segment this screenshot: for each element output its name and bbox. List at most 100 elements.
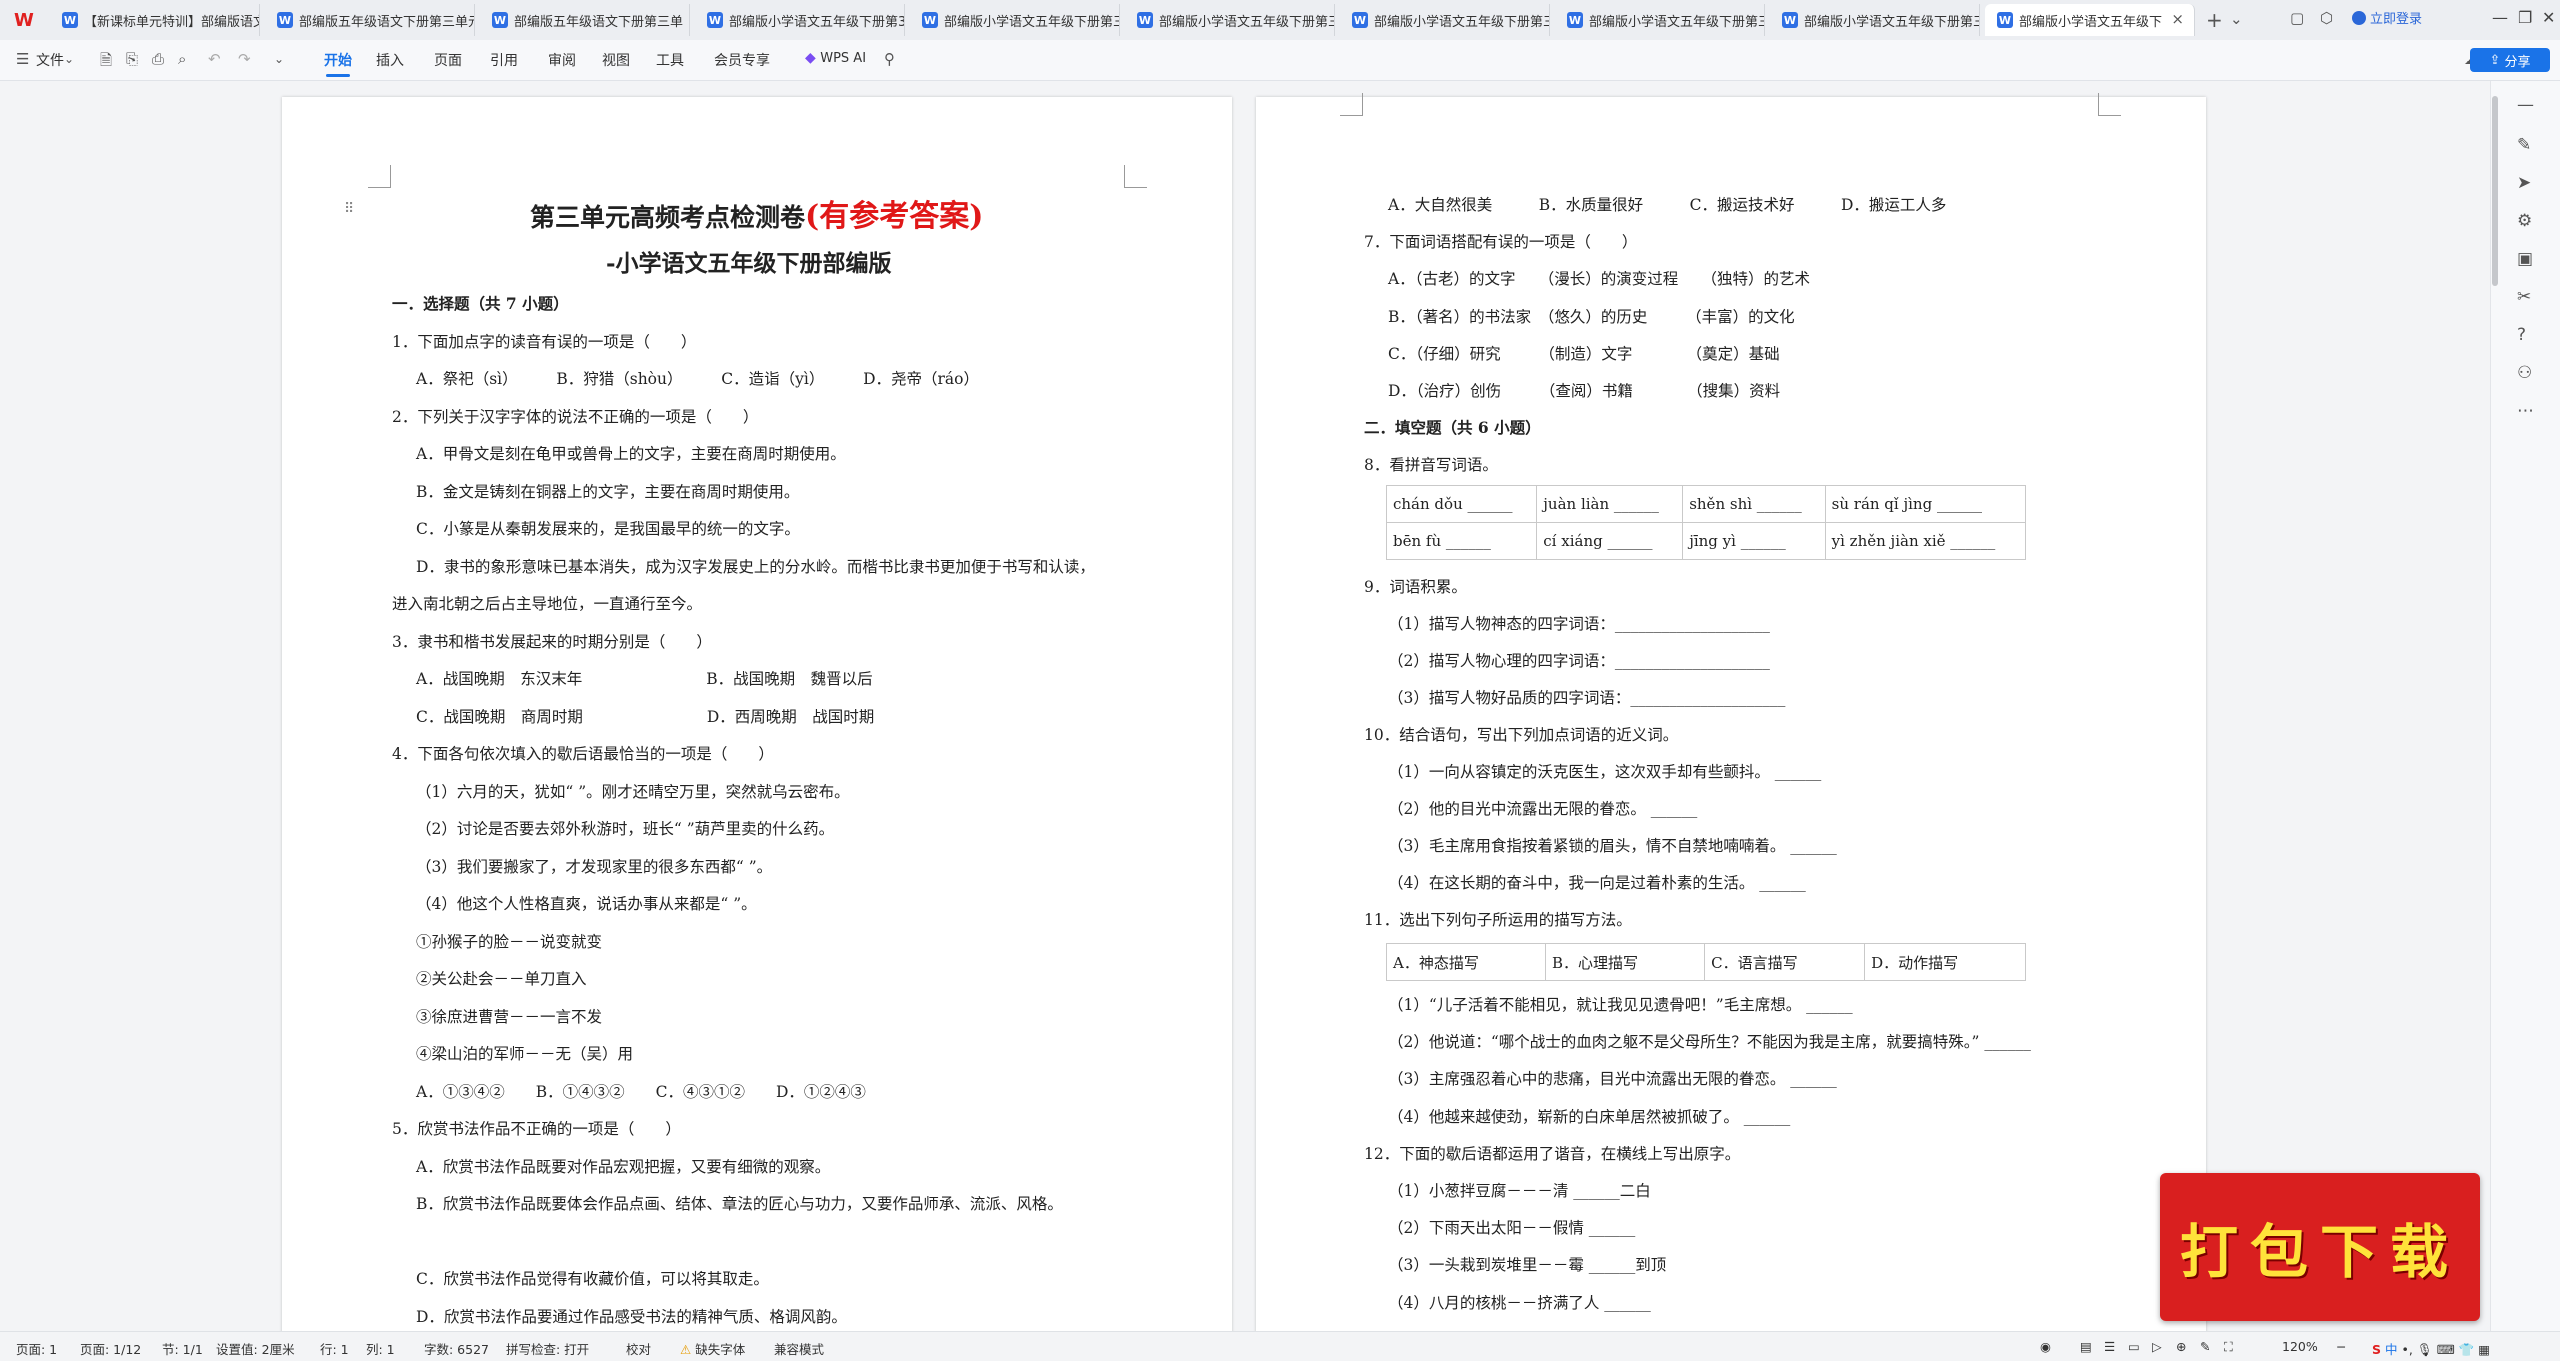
tab-7[interactable]: W 部编版小学语文五年级下册第三	[1555, 4, 1765, 36]
zoom-level[interactable]: 120%	[2282, 1339, 2318, 1354]
table-cell: chán dǒu ______	[1385, 485, 1538, 523]
table-cell: jīng yì ______	[1682, 522, 1826, 560]
ime-toolbar[interactable]: S 中 •, 🎙 ⌨ 👕 ▦	[2372, 1339, 2490, 1358]
doc-line: （3）一头栽到炭堆里－－霉 ______到顶	[1388, 1256, 1667, 1275]
doc-line: （4）他越来越使劲，崭新的白床单居然被抓破了。 ______	[1388, 1107, 1791, 1126]
more-icon[interactable]: ⋯	[2517, 401, 2534, 421]
tab-9[interactable]: W 部编版小学语文五年级下 ×	[1985, 4, 2195, 36]
zoom-out-icon[interactable]: −	[2336, 1339, 2346, 1354]
tab-4[interactable]: W 部编版小学语文五年级下册第三	[910, 4, 1120, 36]
fit-icon[interactable]: ⛶	[2224, 1339, 2233, 1355]
doc-icon: W	[922, 12, 938, 28]
menu-tab-2[interactable]: 页面	[434, 50, 462, 70]
print-icon[interactable]: ⎙	[152, 50, 164, 68]
tab-1[interactable]: W 部编版五年级语文下册第三单元	[265, 4, 475, 36]
status-row[interactable]: 行: 1	[320, 1339, 349, 1358]
doc-line: （4）在这长期的奋斗中，我一向是过着朴素的生活。 ______	[1388, 874, 1806, 892]
doc-line: （2）讨论是否要去郊外秋游时，班长“ ”葫芦里卖的什么药。	[416, 820, 835, 838]
warning-icon: ⚠	[680, 1342, 692, 1357]
doc-line: B．（著名）的书法家 （悠久）的历史 （丰富）的文化	[1388, 307, 1795, 326]
pen-icon[interactable]: ✎	[2200, 1339, 2210, 1354]
close-icon[interactable]: ✕	[2542, 8, 2555, 27]
file-menu[interactable]: 文件	[36, 50, 64, 70]
play-icon[interactable]: ▷	[2152, 1339, 2162, 1354]
undo-icon[interactable]: ↶	[208, 50, 221, 68]
missing-font-button[interactable]: ⚠ 缺失字体	[680, 1339, 745, 1358]
doc-icon: W	[492, 12, 508, 28]
help-icon[interactable]: ?	[2517, 325, 2526, 345]
grid-icon: ▦	[2478, 1342, 2491, 1357]
close-tab-icon[interactable]: ×	[2171, 10, 2184, 28]
template-icon[interactable]: ▣	[2517, 249, 2533, 269]
menu-tab-1[interactable]: 插入	[376, 50, 404, 70]
right-sidebar: — ✎ ➤ ⚙ ▣ ✂ ? ⚇ ⋯	[2490, 81, 2560, 1331]
window-icon[interactable]: ▢	[2290, 9, 2304, 27]
save-icon[interactable]: 🗎	[100, 50, 112, 75]
restore-icon[interactable]: ❐	[2518, 8, 2532, 27]
spell-check-toggle[interactable]: 拼写检查: 打开	[506, 1339, 589, 1358]
menu-icon[interactable]: ☰	[16, 50, 29, 68]
menu-tab-6[interactable]: 工具	[656, 50, 684, 70]
keyboard-icon: ⌨	[2436, 1342, 2455, 1357]
vertical-scrollbar[interactable]	[2492, 96, 2498, 286]
share-pane-icon[interactable]: ⚇	[2517, 363, 2532, 383]
export-icon[interactable]: ⎘	[126, 50, 138, 68]
menu-tab-7[interactable]: 会员专享	[714, 50, 770, 70]
print-preview-icon[interactable]: ⌕	[178, 50, 186, 68]
status-section[interactable]: 节: 1/1	[162, 1339, 203, 1358]
menu-tab-3[interactable]: 引用	[490, 50, 518, 70]
redo-icon[interactable]: ↷	[238, 50, 251, 68]
tab-0[interactable]: W 【新课标单元特训】部编版语文	[50, 4, 260, 36]
login-label: 立即登录	[2370, 12, 2423, 27]
wps-logo-icon[interactable]: W	[14, 10, 36, 32]
menu-tab-0[interactable]: 开始	[324, 50, 352, 77]
page-view-icon[interactable]: ▤	[2080, 1339, 2092, 1354]
tab-5[interactable]: W 部编版小学语文五年级下册第三	[1125, 4, 1335, 36]
cube-icon[interactable]: ⬡	[2320, 9, 2333, 27]
doc-line: （1）“儿子活着不能相见，就让我见见遗骨吧！”毛主席想。 ______	[1388, 996, 1853, 1014]
search-icon[interactable]: ⚲	[884, 50, 895, 68]
download-promo-banner[interactable]: 打包下载	[2160, 1173, 2480, 1321]
doc-line: 5．欣赏书法作品不正确的一项是（ ）	[392, 1120, 681, 1138]
collapse-icon[interactable]: —	[2517, 95, 2534, 115]
status-pages[interactable]: 页面: 1/12	[80, 1339, 141, 1358]
pinyin-table: chán dǒu ______ juàn liàn ______ shěn shì …	[1385, 485, 2027, 560]
cursor-icon[interactable]: ➤	[2517, 173, 2531, 193]
chevron-down-icon[interactable]: ⌄	[274, 52, 284, 66]
share-button[interactable]: ⇪ 分享	[2470, 48, 2550, 72]
menu-tab-4[interactable]: 审阅	[548, 50, 576, 70]
user-icon	[2352, 10, 2366, 25]
tab-3[interactable]: W 部编版小学语文五年级下册第3单	[695, 4, 905, 36]
status-page[interactable]: 页面: 1	[16, 1339, 57, 1358]
doc-line: 10．结合语句，写出下列加点词语的近义词。	[1364, 726, 1679, 744]
doc-line: （1）一向从容镇定的沃克医生，这次双手却有些颤抖。 ______	[1388, 763, 1822, 781]
doc-line: （4）八月的核桃－－挤满了人 ______	[1388, 1293, 1651, 1312]
adjust-icon[interactable]: ⚙	[2517, 211, 2532, 231]
tab-8[interactable]: W 部编版小学语文五年级下册第三	[1770, 4, 1980, 36]
doc-title-main: 第三单元高频考点检测卷	[530, 203, 806, 232]
minimize-icon[interactable]: —	[2492, 8, 2508, 27]
tab-6[interactable]: W 部编版小学语文五年级下册第三	[1340, 4, 1550, 36]
status-setting[interactable]: 设置值: 2厘米	[216, 1339, 295, 1358]
tab-2[interactable]: W 部编版五年级语文下册第三单	[480, 4, 690, 36]
doc-line: （2）他说道：“哪个战士的血肉之躯不是父母所生？不能因为我是主席，就要搞特殊。”…	[1388, 1033, 2031, 1052]
chevron-down-icon[interactable]: ⌄	[2230, 10, 2243, 28]
eye-icon[interactable]: ◉	[2040, 1339, 2051, 1354]
doc-line: （2）描写人物心理的四字词语：____________________	[1388, 652, 1770, 670]
chevron-down-icon[interactable]: ⌄	[64, 52, 74, 66]
web-view-icon[interactable]: ⊕	[2176, 1339, 2186, 1354]
table-cell: sù rán qǐ jìng ______	[1824, 485, 2027, 523]
outline-view-icon[interactable]: ☰	[2104, 1339, 2115, 1354]
ime-chinese-icon: 中	[2385, 1342, 2398, 1357]
status-col[interactable]: 列: 1	[366, 1339, 395, 1358]
drag-handle-icon[interactable]: ⠿	[344, 201, 354, 217]
read-view-icon[interactable]: ▭	[2128, 1339, 2140, 1354]
edit-icon[interactable]: ✎	[2517, 135, 2531, 155]
proofread-button[interactable]: 校对	[626, 1339, 651, 1358]
login-button[interactable]: 立即登录	[2352, 8, 2422, 27]
menu-tab-5[interactable]: 视图	[602, 50, 630, 70]
status-word-count[interactable]: 字数: 6527	[424, 1339, 489, 1358]
new-tab-icon[interactable]: +	[2206, 8, 2223, 32]
wps-ai-button[interactable]: ◆ WPS AI	[805, 50, 866, 66]
tools-icon[interactable]: ✂	[2517, 287, 2531, 307]
